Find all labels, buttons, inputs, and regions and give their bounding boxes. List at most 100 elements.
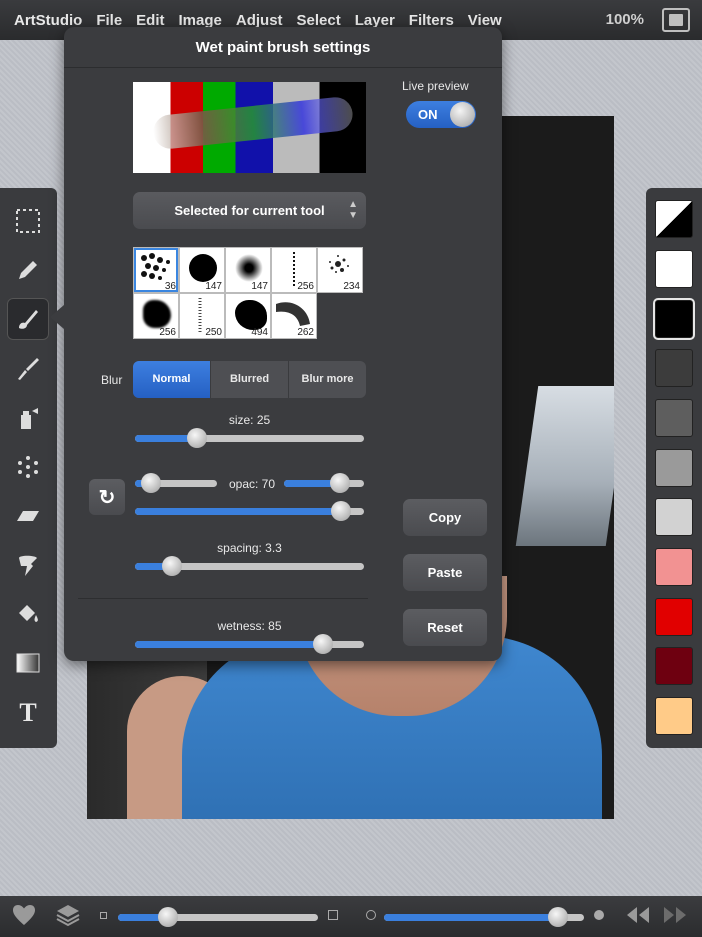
menu-image[interactable]: Image: [179, 12, 222, 29]
brush-size: 256: [159, 327, 176, 338]
opac-max-slider[interactable]: [284, 473, 364, 493]
brush-preview: [133, 82, 366, 173]
menu-view[interactable]: View: [468, 12, 502, 29]
brush-shape: [235, 254, 263, 282]
blur-label: Blur: [101, 373, 123, 387]
color-swatch[interactable]: [655, 598, 693, 636]
pencil-icon[interactable]: [7, 249, 49, 291]
popover-title: Wet paint brush settings: [195, 39, 371, 56]
brush-opacity-slider-fill: [384, 914, 558, 921]
popover-arrow: [50, 305, 64, 329]
brush-tip[interactable]: 147: [179, 247, 225, 293]
brush-size: 256: [297, 281, 314, 292]
eraser-icon[interactable]: [7, 495, 49, 537]
fill-bucket-icon[interactable]: [7, 593, 49, 635]
brush-tip[interactable]: 36: [133, 247, 179, 293]
dots-icon[interactable]: [7, 446, 49, 488]
title-divider: [64, 67, 502, 68]
size-slider-thumb[interactable]: [186, 428, 207, 448]
opac-min-thumb[interactable]: [141, 473, 162, 493]
spacing-slider[interactable]: [135, 556, 364, 576]
smudge-icon[interactable]: [7, 544, 49, 586]
spacing-slider-thumb[interactable]: [161, 556, 182, 576]
brush-source-dropdown[interactable]: Selected for current tool ▲ ▼: [133, 192, 366, 229]
opacity-slider[interactable]: [135, 501, 364, 521]
brush-icon[interactable]: [7, 298, 49, 340]
opacity-slider-fill: [135, 508, 342, 515]
menu-select[interactable]: Select: [297, 12, 341, 29]
brush-size-slider[interactable]: [118, 907, 318, 927]
redo-icon[interactable]: [662, 904, 688, 932]
copy-button[interactable]: Copy: [403, 499, 487, 536]
wetness-slider[interactable]: [135, 634, 364, 654]
color-swatch[interactable]: [655, 697, 693, 735]
bottom-toolbar: [0, 896, 702, 937]
menu-filters[interactable]: Filters: [409, 12, 454, 29]
brush-shape: [189, 254, 217, 282]
updown-chevron-icon: ▲ ▼: [348, 199, 358, 221]
preview-stroke: [151, 95, 355, 151]
color-swatch[interactable]: [655, 449, 693, 487]
color-swatch-fg-bg[interactable]: [655, 200, 693, 238]
paint-brush-icon[interactable]: [7, 348, 49, 390]
live-preview-toggle[interactable]: ON: [406, 101, 476, 128]
brush-settings-popover: Wet paint brush settings Live preview ON…: [50, 27, 502, 661]
size-label: size: 25: [228, 413, 271, 427]
menu-app[interactable]: ArtStudio: [14, 12, 82, 29]
wetness-slider-fill: [135, 641, 323, 648]
color-swatch[interactable]: [655, 399, 693, 437]
color-swatch[interactable]: [655, 349, 693, 387]
brush-tip[interactable]: 256: [271, 247, 317, 293]
blur-option-blur-more[interactable]: Blur more: [289, 361, 366, 398]
brush-size-slider-thumb[interactable]: [158, 907, 178, 927]
opaque-opacity-icon: [594, 910, 604, 920]
menu-adjust[interactable]: Adjust: [236, 12, 283, 29]
brush-grid: 36 147 147 256 234 256 250 494 262: [133, 247, 365, 339]
selection-icon[interactable]: [7, 200, 49, 242]
brush-size: 494: [251, 327, 268, 338]
brush-tip[interactable]: 234: [317, 247, 363, 293]
layers-icon[interactable]: [55, 903, 81, 933]
blur-option-blurred[interactable]: Blurred: [211, 361, 289, 398]
spray-can-icon[interactable]: [7, 397, 49, 439]
reset-button[interactable]: Reset: [403, 609, 487, 646]
heart-icon[interactable]: [12, 904, 36, 932]
color-swatch-selected[interactable]: [655, 300, 693, 338]
opac-max-thumb[interactable]: [330, 473, 350, 493]
redo-button[interactable]: ↻: [89, 479, 125, 515]
live-preview-state: ON: [418, 107, 438, 122]
section-divider: [78, 598, 368, 599]
brush-opacity-slider-thumb[interactable]: [548, 907, 568, 927]
color-swatch[interactable]: [655, 498, 693, 536]
wetness-slider-thumb[interactable]: [312, 634, 333, 654]
blur-option-normal[interactable]: Normal: [133, 361, 211, 398]
zoom-level[interactable]: 100%: [606, 11, 644, 28]
size-slider[interactable]: [135, 428, 364, 448]
brush-shape: [235, 300, 267, 330]
menu-edit[interactable]: Edit: [136, 12, 164, 29]
brush-tip[interactable]: 256: [133, 293, 179, 339]
opac-min-slider[interactable]: [135, 473, 217, 493]
paste-button[interactable]: Paste: [403, 554, 487, 591]
brush-source-label: Selected for current tool: [174, 203, 325, 218]
color-swatch[interactable]: [655, 548, 693, 586]
brush-size: 234: [343, 281, 360, 292]
menu-layer[interactable]: Layer: [355, 12, 395, 29]
brush-opacity-slider[interactable]: [384, 907, 584, 927]
color-swatch[interactable]: [655, 647, 693, 685]
text-icon[interactable]: T: [7, 692, 49, 734]
small-brush-icon: [100, 912, 107, 919]
brush-tip[interactable]: 250: [179, 293, 225, 339]
opacity-label: opac: 70: [228, 477, 276, 491]
brush-tip[interactable]: 147: [225, 247, 271, 293]
fullscreen-icon[interactable]: [662, 8, 690, 32]
undo-icon[interactable]: [625, 904, 651, 932]
live-preview-label: Live preview: [402, 79, 469, 93]
color-swatch[interactable]: [655, 250, 693, 288]
brush-size: 147: [205, 281, 222, 292]
opacity-slider-thumb[interactable]: [331, 501, 352, 521]
gradient-icon[interactable]: [7, 642, 49, 684]
menu-file[interactable]: File: [96, 12, 122, 29]
brush-tip[interactable]: 494: [225, 293, 271, 339]
brush-tip[interactable]: 262: [271, 293, 317, 339]
